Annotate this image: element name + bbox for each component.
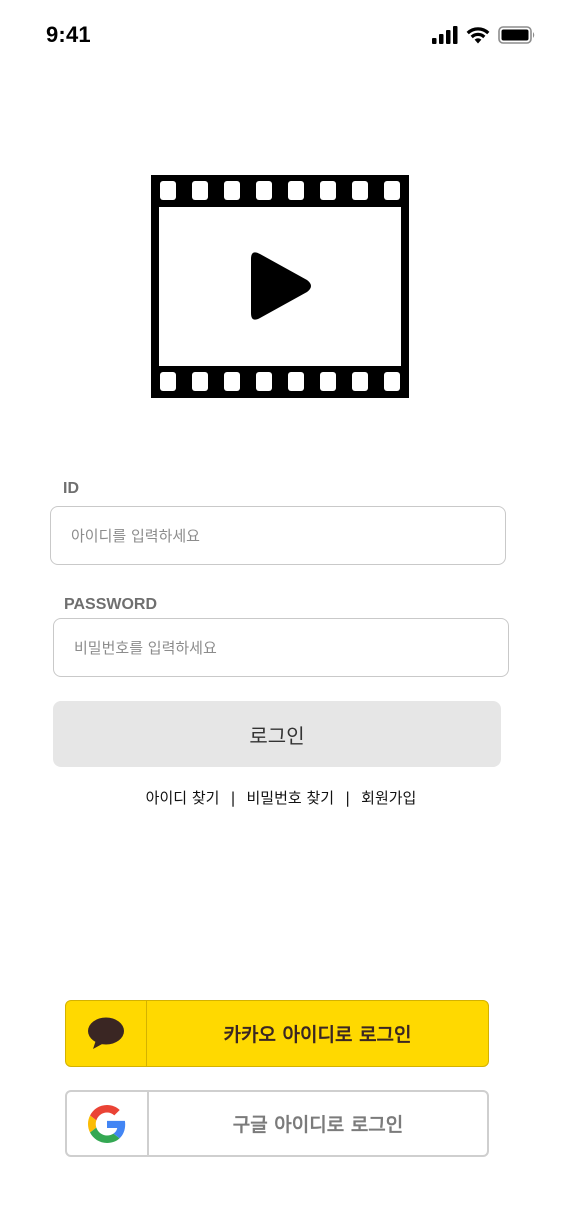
status-time: 9:41 xyxy=(46,22,91,47)
google-icon-cell xyxy=(67,1092,149,1155)
kakao-login-button[interactable]: 카카오 아이디로 로그인 xyxy=(65,1000,489,1067)
film-play-icon xyxy=(151,175,409,398)
id-label: ID xyxy=(63,480,79,497)
link-separator: | xyxy=(345,789,351,807)
kakao-icon-cell xyxy=(66,1001,147,1066)
password-input[interactable] xyxy=(53,618,509,677)
account-links: 아이디 찾기 | 비밀번호 찾기 | 회원가입 xyxy=(0,787,562,808)
password-label: PASSWORD xyxy=(64,596,158,613)
link-separator: | xyxy=(230,789,236,807)
google-g-icon xyxy=(88,1104,126,1143)
signup-link[interactable]: 회원가입 xyxy=(361,789,416,807)
speech-bubble-icon xyxy=(88,1017,124,1049)
login-button[interactable]: 로그인 xyxy=(53,701,501,767)
find-id-link[interactable]: 아이디 찾기 xyxy=(146,789,220,807)
id-input[interactable] xyxy=(50,506,506,565)
google-login-button[interactable]: 구글 아이디로 로그인 xyxy=(65,1090,489,1157)
status-icons xyxy=(432,26,536,44)
cellular-signal-icon xyxy=(432,26,458,44)
battery-icon xyxy=(498,26,535,44)
wifi-icon xyxy=(466,27,490,44)
status-bar: 9:41 xyxy=(0,0,562,76)
kakao-login-label: 카카오 아이디로 로그인 xyxy=(223,1024,412,1046)
google-login-label: 구글 아이디로 로그인 xyxy=(232,1114,404,1136)
find-password-link[interactable]: 비밀번호 찾기 xyxy=(247,789,335,807)
